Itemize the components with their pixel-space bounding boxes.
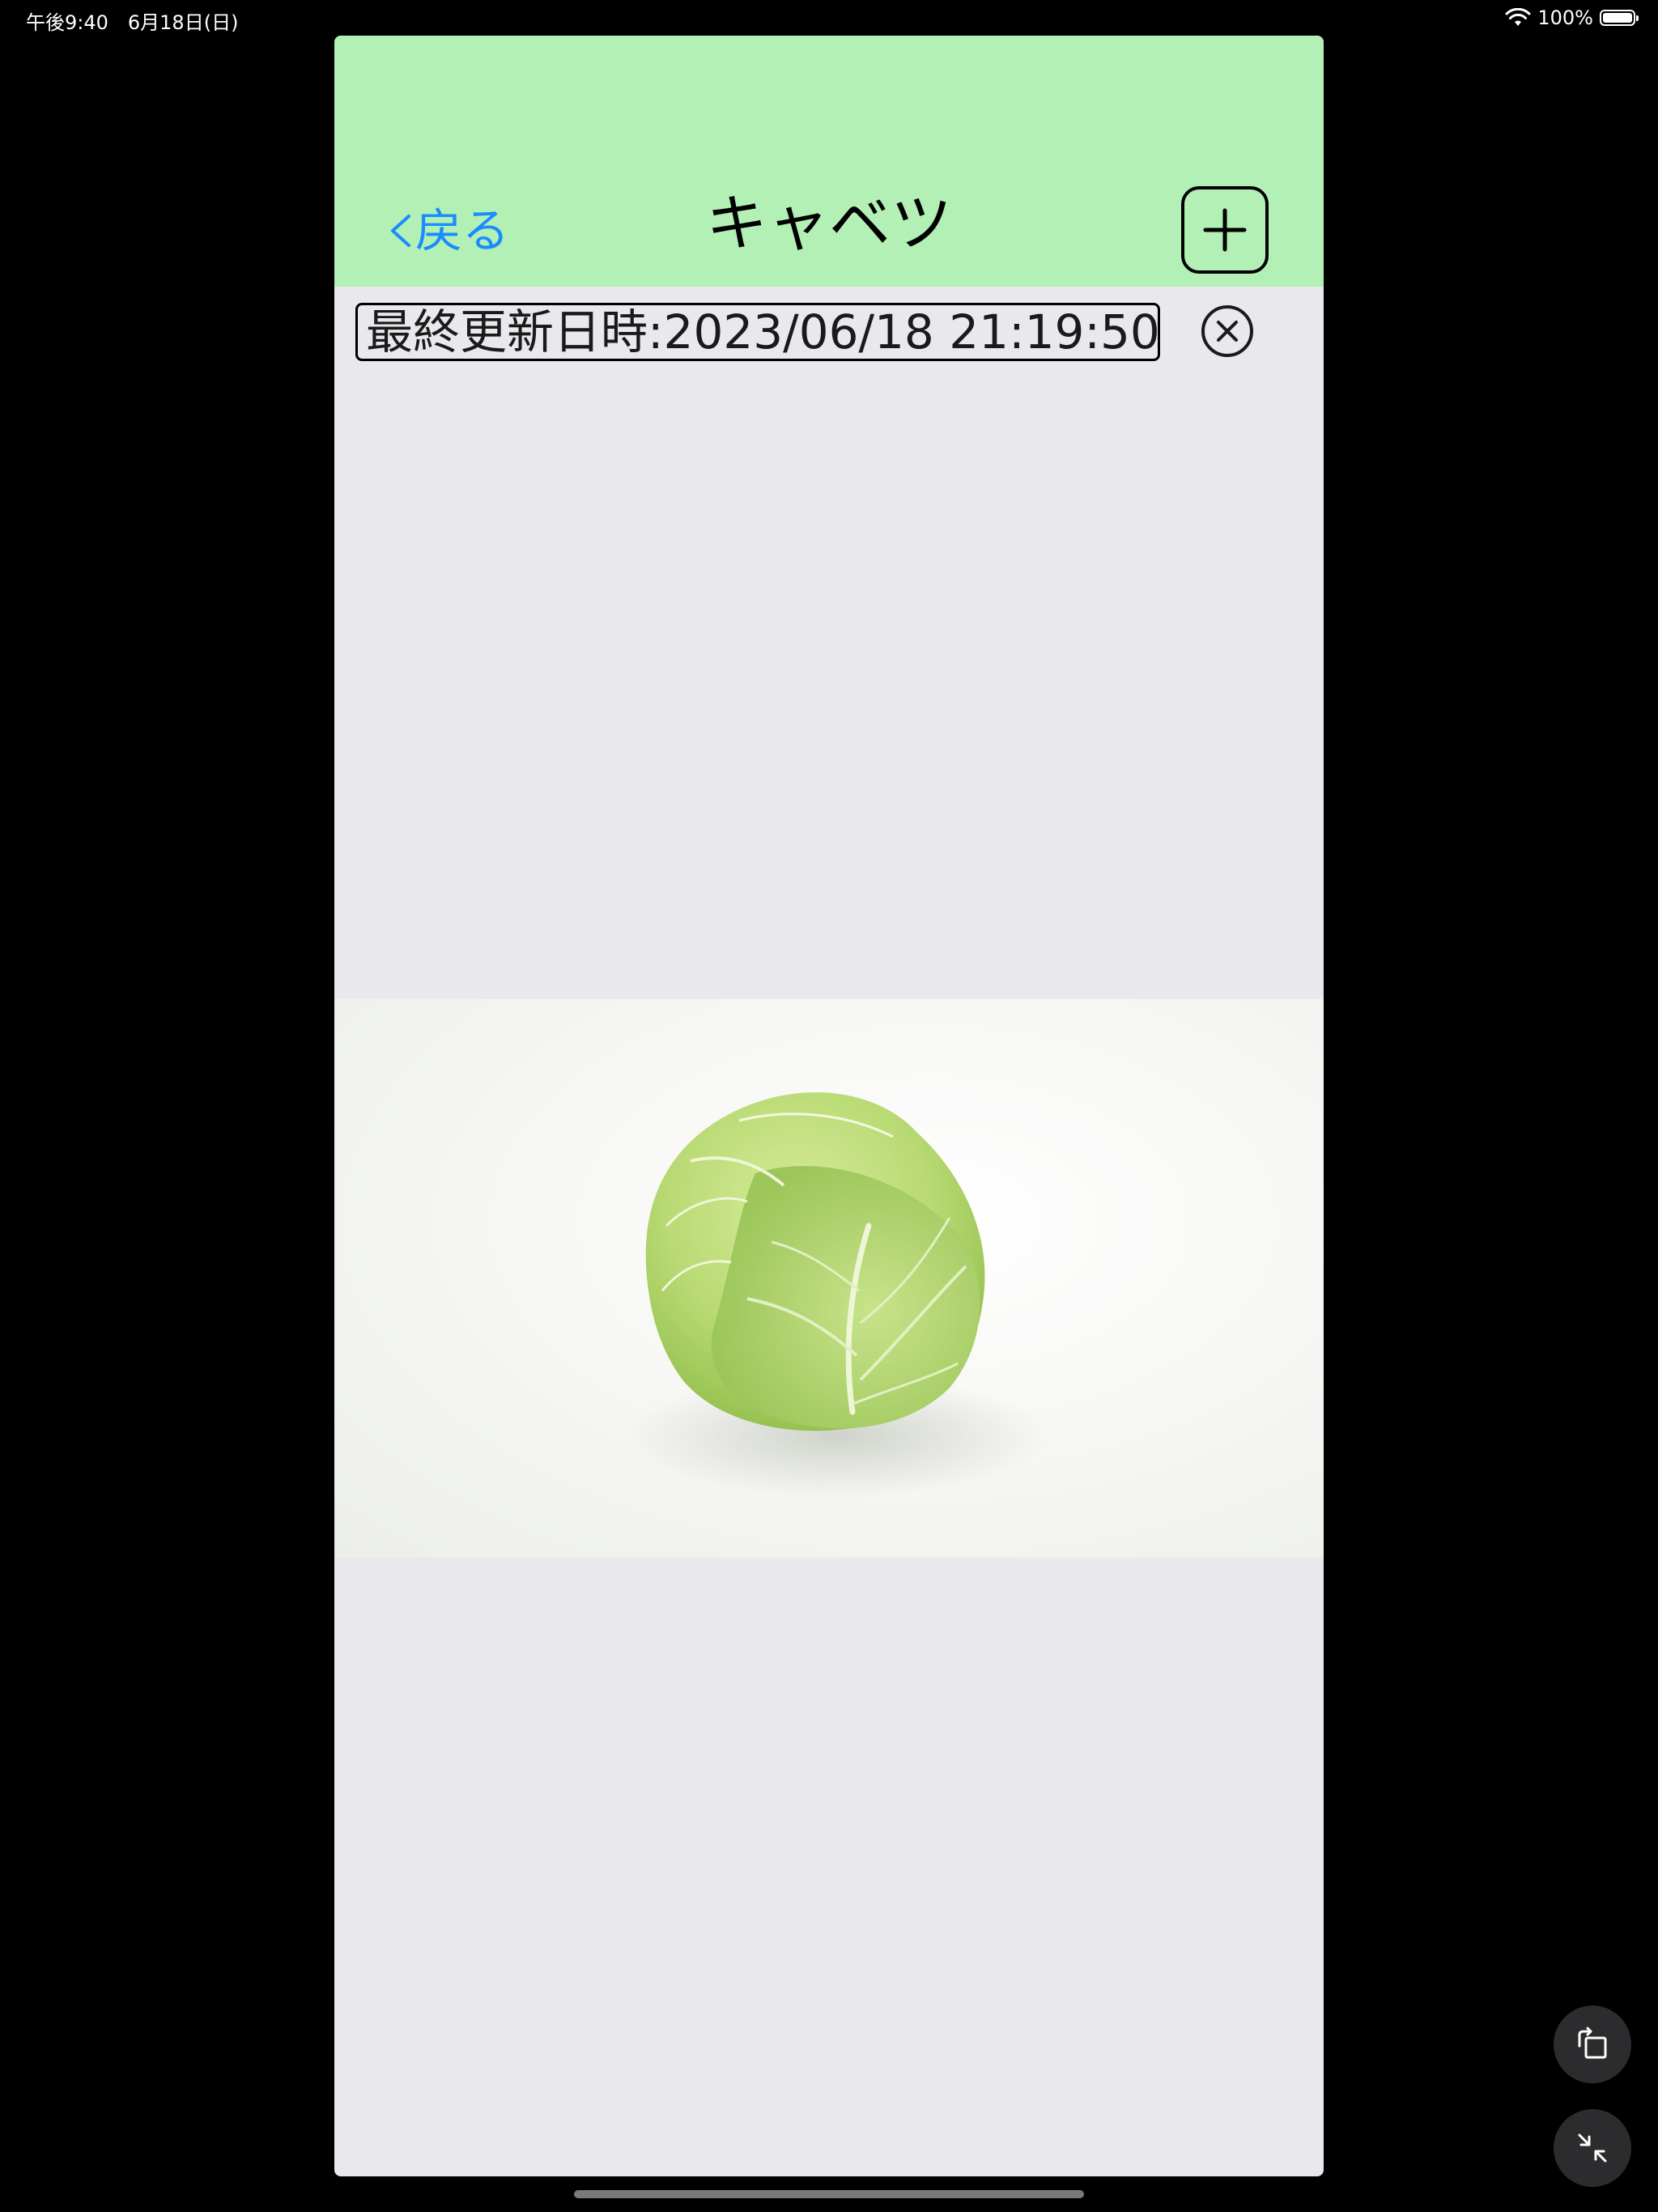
- battery-cap: [1636, 15, 1639, 21]
- collapse-button[interactable]: [1554, 2109, 1631, 2187]
- rotate-button[interactable]: [1554, 2006, 1631, 2083]
- plus-icon: [1203, 208, 1247, 252]
- home-indicator[interactable]: [574, 2190, 1084, 2198]
- chevron-left-icon: [391, 215, 410, 247]
- battery-percent: 100%: [1537, 6, 1593, 29]
- back-button[interactable]: 戻る: [388, 202, 509, 259]
- add-button[interactable]: [1181, 186, 1269, 274]
- app-window: 戻る キャベツ 最終更新日時:2023/06/18 21:19:50: [334, 36, 1324, 2176]
- cabbage-image: [626, 1092, 1047, 1497]
- x-circle-icon: [1201, 305, 1253, 357]
- status-time-date: 午後9:40 6月18日(日): [26, 11, 239, 34]
- status-right: 100%: [1505, 6, 1639, 29]
- clear-button[interactable]: [1199, 303, 1256, 359]
- page-title: キャベツ: [706, 187, 952, 259]
- battery-fill: [1603, 13, 1632, 23]
- last-updated-field: 最終更新日時:2023/06/18 21:19:50: [355, 303, 1160, 361]
- battery-icon: [1600, 10, 1639, 26]
- screen: 午後9:40 6月18日(日) 100% 戻る キャベツ 最終更新日時:2023…: [0, 0, 1658, 2212]
- collapse-icon: [1578, 2133, 1607, 2163]
- back-label: 戻る: [415, 203, 510, 258]
- status-bar: 午後9:40 6月18日(日) 100%: [0, 0, 1658, 39]
- cabbage-photo: [334, 999, 1324, 1558]
- rotate-icon: [1578, 2027, 1607, 2059]
- wifi-icon: [1505, 8, 1531, 26]
- navigation-bar: 戻る キャベツ: [334, 36, 1324, 287]
